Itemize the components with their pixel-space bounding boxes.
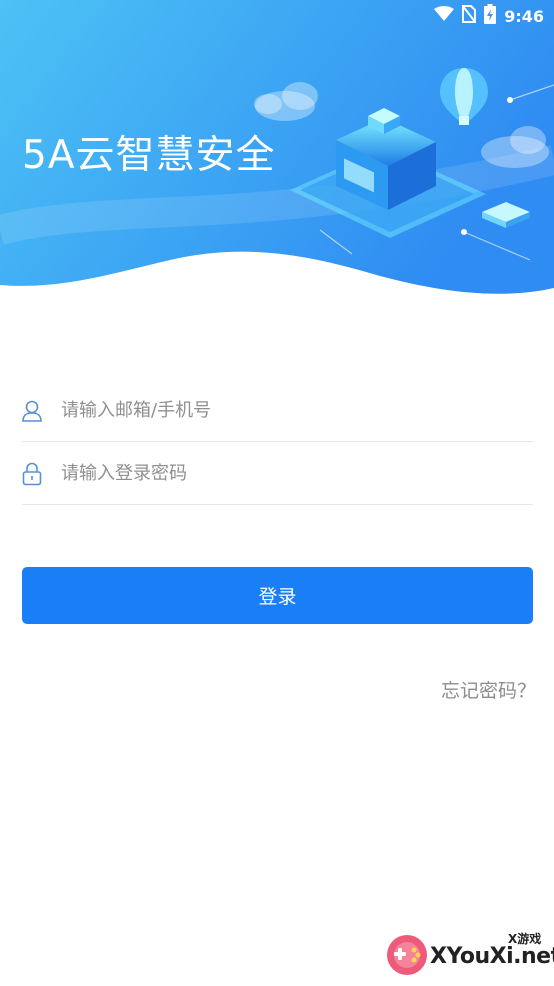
- hero-banner: 9:46 5A云智慧安全: [0, 0, 554, 300]
- wifi-icon: [434, 6, 455, 26]
- app-title: 5A云智慧安全: [22, 133, 276, 178]
- status-bar: 9:46: [0, 0, 554, 32]
- status-time: 9:46: [504, 6, 544, 26]
- forgot-password-link[interactable]: 忘记密码？: [441, 676, 536, 703]
- password-input[interactable]: [61, 463, 501, 484]
- account-field[interactable]: [22, 380, 533, 442]
- login-button[interactable]: 登录: [22, 567, 533, 624]
- watermark: X游戏 XYouXi.net: [384, 928, 554, 982]
- battery-charging-icon: [484, 4, 497, 28]
- user-icon: [22, 400, 42, 422]
- no-sim-icon: [461, 4, 477, 27]
- gamepad-logo-icon: [387, 935, 427, 975]
- password-field[interactable]: [22, 443, 533, 505]
- watermark-main-text: XYouXi.net: [430, 944, 554, 969]
- lock-icon: [22, 462, 42, 485]
- account-input[interactable]: [61, 400, 501, 421]
